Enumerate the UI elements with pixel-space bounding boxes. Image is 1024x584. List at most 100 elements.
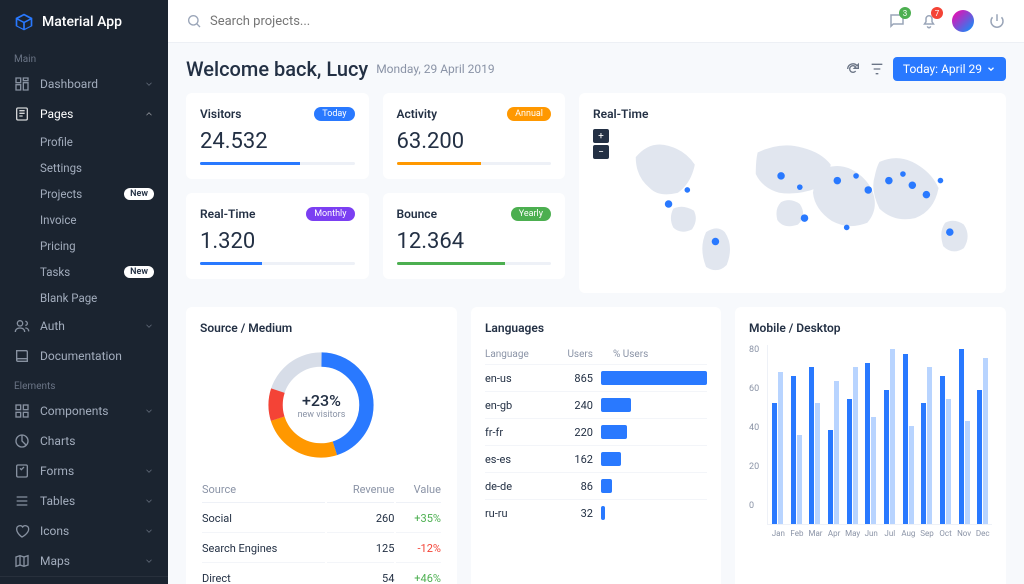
lang-row: es-es162	[485, 445, 707, 472]
lang-row: en-us865	[485, 364, 707, 391]
grid-icon	[14, 403, 30, 419]
bar-group	[770, 345, 785, 524]
bar-chart: 806040200	[749, 345, 992, 525]
lang-row: en-gb240	[485, 391, 707, 418]
nav-forms[interactable]: Forms	[0, 456, 168, 486]
stat-value: 24.532	[200, 129, 355, 154]
flag-icon[interactable]	[952, 10, 974, 32]
progress	[200, 162, 355, 165]
nav-invoice[interactable]: Invoice	[40, 207, 168, 233]
chevron-down-icon	[144, 79, 154, 89]
nav-pricing[interactable]: Pricing	[40, 233, 168, 259]
stat-activity: ActivityAnnual 63.200	[383, 93, 566, 179]
users-icon	[14, 318, 30, 334]
table-row: Social260+35%	[202, 505, 441, 533]
bar-group	[901, 345, 916, 524]
nav-dashboard[interactable]: Dashboard	[0, 69, 168, 99]
badge-new: New	[124, 266, 154, 278]
bar-group	[975, 345, 990, 524]
bar-group	[882, 345, 897, 524]
chevron-down-icon	[144, 496, 154, 506]
sidebar: Material App Main Dashboard Pages Profil…	[0, 0, 168, 584]
notifications-button[interactable]: 7	[920, 12, 938, 30]
nav-components[interactable]: Components	[0, 396, 168, 426]
stat-bounce: BounceYearly 12.364	[383, 193, 566, 279]
pages-icon	[14, 106, 30, 122]
table-row: Search Engines125-12%	[202, 535, 441, 563]
stat-value: 1.320	[200, 229, 355, 254]
stat-badge: Today	[314, 107, 354, 121]
chart-icon	[14, 433, 30, 449]
zoom-out-button[interactable]: −	[593, 145, 609, 159]
lang-row: ru-ru32	[485, 499, 707, 526]
power-icon[interactable]	[988, 12, 1006, 30]
topbar: 3 7	[168, 0, 1024, 43]
source-table: Source Revenue Value Social260+35%Search…	[200, 475, 443, 584]
nav-tables[interactable]: Tables	[0, 486, 168, 516]
nav-section-elements: Elements	[0, 371, 168, 396]
stat-value: 12.364	[397, 229, 552, 254]
stat-badge: Annual	[507, 107, 551, 121]
notifications-badge: 7	[931, 7, 943, 19]
bar-group	[957, 345, 972, 524]
nav-maps[interactable]: Maps	[0, 546, 168, 576]
nav-pages[interactable]: Pages	[0, 99, 168, 129]
bar-group	[789, 345, 804, 524]
filter-icon[interactable]	[869, 61, 885, 77]
nav-icons[interactable]: Icons	[0, 516, 168, 546]
nav-tasks[interactable]: TasksNew	[40, 259, 168, 285]
chevron-down-icon	[144, 466, 154, 476]
page-header: Welcome back, Lucy Monday, 29 April 2019…	[186, 57, 1006, 81]
stat-visitors: VisitorsToday 24.532	[186, 93, 369, 179]
messages-button[interactable]: 3	[888, 12, 906, 30]
lang-row: de-de86	[485, 472, 707, 499]
stat-value: 63.200	[397, 129, 552, 154]
chevron-down-icon	[144, 321, 154, 331]
nav-section-main: Main	[0, 44, 168, 69]
map-icon	[14, 553, 30, 569]
bar-group	[938, 345, 953, 524]
chevron-up-icon	[144, 109, 154, 119]
chevron-down-icon	[986, 64, 996, 74]
bar-group	[863, 345, 878, 524]
mobile-desktop-card: Mobile / Desktop 806040200 JanFebMarAprM…	[735, 307, 1006, 584]
nav-profile[interactable]: Profile	[40, 129, 168, 155]
donut-subtitle: new visitors	[298, 410, 346, 420]
logo-icon	[14, 12, 34, 32]
nav-projects[interactable]: ProjectsNew	[40, 181, 168, 207]
dashboard-icon	[14, 76, 30, 92]
donut-percent: +23%	[302, 391, 341, 410]
list-icon	[14, 493, 30, 509]
nav-blank[interactable]: Blank Page	[40, 285, 168, 311]
search-icon	[186, 13, 202, 29]
forms-icon	[14, 463, 30, 479]
source-medium-card: Source / Medium +23% new visito	[186, 307, 457, 584]
bar-group	[807, 345, 822, 524]
refresh-icon[interactable]	[845, 61, 861, 77]
progress	[200, 262, 355, 265]
sidebar-user[interactable]: Lucy Lavender Online	[0, 576, 168, 584]
nav-pages-submenu: Profile Settings ProjectsNew Invoice Pri…	[0, 129, 168, 311]
chevron-down-icon	[144, 406, 154, 416]
chevron-down-icon	[144, 526, 154, 536]
search-input[interactable]	[210, 14, 888, 29]
nav-charts[interactable]: Charts	[0, 426, 168, 456]
zoom-in-button[interactable]: +	[593, 129, 609, 143]
stat-realtime: Real-TimeMonthly 1.320	[186, 193, 369, 279]
brand-name: Material App	[42, 14, 122, 30]
donut-chart: +23% new visitors	[261, 345, 381, 465]
page-title: Welcome back, Lucy	[186, 57, 368, 81]
table-row: Direct54+46%	[202, 565, 441, 584]
nav-auth[interactable]: Auth	[0, 311, 168, 341]
world-map[interactable]	[617, 129, 992, 279]
heart-icon	[14, 523, 30, 539]
bar-group	[919, 345, 934, 524]
bar-group	[826, 345, 841, 524]
nav-settings[interactable]: Settings	[40, 155, 168, 181]
progress	[397, 262, 552, 265]
date-filter-button[interactable]: Today: April 29	[893, 57, 1006, 81]
nav-documentation[interactable]: Documentation	[0, 341, 168, 371]
languages-card: Languages Language Users % Users en-us86…	[471, 307, 721, 584]
lang-row: fr-fr220	[485, 418, 707, 445]
brand[interactable]: Material App	[0, 0, 168, 44]
